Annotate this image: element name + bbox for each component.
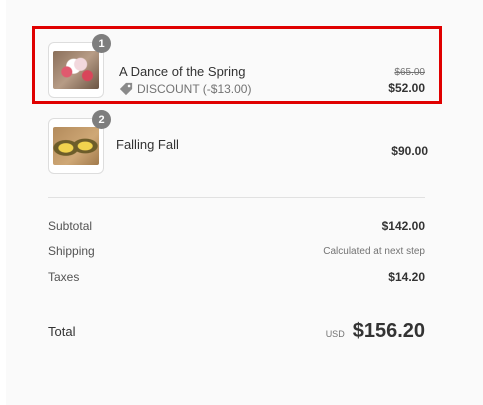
currency-code: USD: [325, 328, 345, 339]
quantity-badge: 2: [92, 110, 111, 129]
total-label: Total: [48, 324, 76, 339]
product-price: $90.00: [391, 144, 428, 158]
total-amount-group: USD $156.20: [326, 320, 425, 343]
product-thumbnail: 1: [48, 34, 111, 98]
discount-label: DISCOUNT (-$13.00): [137, 82, 252, 96]
shipping-label: Shipping: [48, 244, 95, 258]
line-item: 2 Falling Fall $90.00: [32, 108, 442, 186]
subtotal-label: Subtotal: [48, 219, 93, 233]
taxes-value: $14.20: [388, 270, 425, 284]
shipping-value: Calculated at next step: [323, 245, 425, 257]
subtotal-value: $142.00: [381, 219, 425, 233]
order-summary-panel: 1 A Dance of the Spring DISCOUNT (-$13.0…: [0, 0, 483, 405]
taxes-label: Taxes: [48, 270, 80, 284]
product-name: A Dance of the Spring: [119, 64, 246, 79]
original-price: $65.00: [394, 67, 425, 78]
divider: [48, 298, 425, 299]
price-column: $90.00: [391, 144, 428, 158]
product-name: Falling Fall: [116, 137, 179, 152]
product-price: $52.00: [388, 81, 425, 95]
discount-info: DISCOUNT (-$13.00): [119, 82, 251, 96]
total-row: Total USD $156.20: [48, 320, 425, 343]
product-thumbnail: 2: [48, 110, 111, 174]
quantity-badge: 1: [92, 34, 111, 53]
shipping-row: Shipping Calculated at next step: [48, 244, 425, 258]
price-column: $65.00 $52.00: [388, 67, 425, 95]
product-image: [53, 127, 99, 165]
product-image: [53, 51, 99, 89]
tag-icon: [119, 82, 133, 96]
subtotal-row: Subtotal $142.00: [48, 219, 425, 233]
line-item: 1 A Dance of the Spring DISCOUNT (-$13.0…: [32, 26, 442, 104]
divider: [48, 197, 425, 198]
total-amount: $156.20: [352, 320, 425, 342]
taxes-row: Taxes $14.20: [48, 270, 425, 284]
